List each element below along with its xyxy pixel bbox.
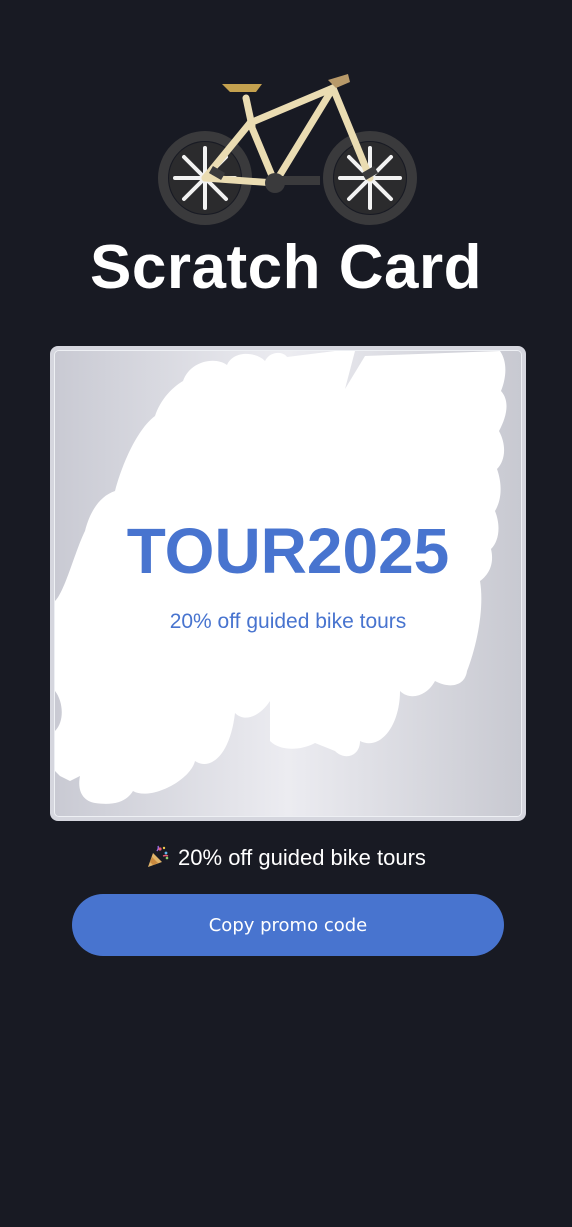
promo-code[interactable]: TOUR2025 bbox=[55, 513, 521, 589]
scratch-card[interactable]: TOUR2025 20% off guided bike tours bbox=[50, 346, 526, 821]
scratch-area[interactable]: TOUR2025 20% off guided bike tours bbox=[54, 350, 522, 817]
copy-promo-code-button[interactable]: Copy promo code bbox=[72, 894, 504, 956]
scratch-card-page: Scratch Card TOUR2025 20% off guided bik… bbox=[0, 0, 572, 1227]
bicycle-icon bbox=[158, 74, 417, 225]
party-popper-icon bbox=[148, 845, 169, 867]
result-text: 20% off guided bike tours bbox=[178, 845, 426, 870]
result-message: 20% off guided bike tours bbox=[0, 843, 572, 873]
promo-description: 20% off guided bike tours bbox=[169, 610, 407, 633]
page-title: Scratch Card bbox=[90, 233, 482, 302]
